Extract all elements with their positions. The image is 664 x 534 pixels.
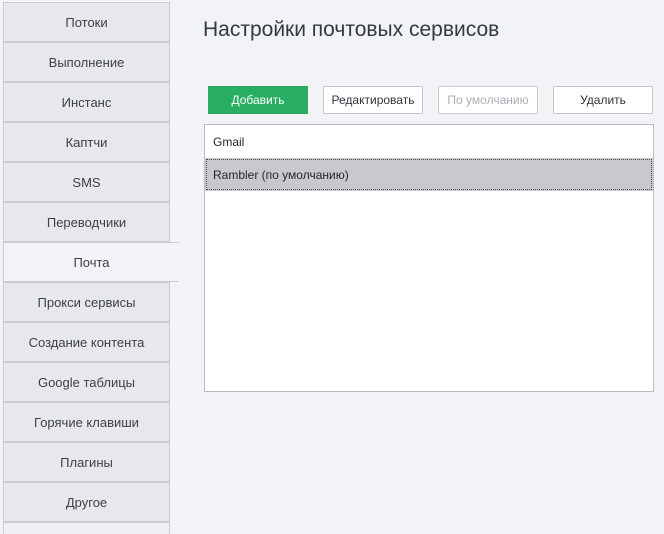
sidebar-item-next-cutoff[interactable]: [3, 522, 170, 534]
sidebar-item-label: SMS: [72, 175, 100, 190]
sidebar-item-hotkeys[interactable]: Горячие клавиши: [3, 402, 170, 442]
mail-services-list: Gmail Rambler (по умолчанию): [204, 124, 654, 392]
sidebar-item-label: Потоки: [65, 15, 107, 30]
sidebar-item-other[interactable]: Другое: [3, 482, 170, 522]
sidebar-item-label: Переводчики: [47, 215, 126, 230]
sidebar-item-label: Почта: [73, 255, 109, 270]
sidebar-item-label: Горячие клавиши: [34, 415, 139, 430]
sidebar-item-label: Google таблицы: [38, 375, 135, 390]
sidebar-item-plugins[interactable]: Плагины: [3, 442, 170, 482]
mail-service-row-rambler[interactable]: Rambler (по умолчанию): [205, 158, 653, 191]
sidebar-item-label: Инстанс: [62, 95, 112, 110]
mail-service-label: Gmail: [213, 135, 244, 149]
mail-settings-panel: Настройки почтовых сервисов Добавить Реда…: [179, 0, 664, 534]
sidebar-item-sms[interactable]: SMS: [3, 162, 170, 202]
sidebar-item-proxy-services[interactable]: Прокси сервисы: [3, 282, 170, 322]
sidebar-item-google-sheets[interactable]: Google таблицы: [3, 362, 170, 402]
delete-button[interactable]: Удалить: [553, 86, 653, 114]
sidebar-item-content-creation[interactable]: Создание контента: [3, 322, 170, 362]
add-button[interactable]: Добавить: [208, 86, 308, 114]
sidebar-item-label: Плагины: [60, 455, 113, 470]
mail-service-row-gmail[interactable]: Gmail: [205, 125, 653, 158]
sidebar-item-label: Другое: [66, 495, 107, 510]
settings-window: Потоки Выполнение Инстанс Каптчи SMS Пер…: [0, 0, 664, 534]
mail-service-label: Rambler (по умолчанию): [213, 168, 349, 182]
sidebar-item-translators[interactable]: Переводчики: [3, 202, 170, 242]
edit-button[interactable]: Редактировать: [323, 86, 423, 114]
sidebar: Потоки Выполнение Инстанс Каптчи SMS Пер…: [3, 0, 180, 534]
sidebar-item-mail[interactable]: Почта: [3, 242, 179, 282]
sidebar-item-captchas[interactable]: Каптчи: [3, 122, 170, 162]
toolbar: Добавить Редактировать По умолчанию Удалить: [208, 86, 653, 114]
sidebar-item-threads[interactable]: Потоки: [3, 2, 170, 42]
sidebar-item-label: Прокси сервисы: [38, 295, 136, 310]
sidebar-item-label: Создание контента: [29, 335, 145, 350]
default-button[interactable]: По умолчанию: [438, 86, 538, 114]
sidebar-item-label: Каптчи: [66, 135, 108, 150]
sidebar-item-label: Выполнение: [49, 55, 125, 70]
sidebar-item-execution[interactable]: Выполнение: [3, 42, 170, 82]
sidebar-item-instance[interactable]: Инстанс: [3, 82, 170, 122]
page-title: Настройки почтовых сервисов: [203, 18, 499, 42]
